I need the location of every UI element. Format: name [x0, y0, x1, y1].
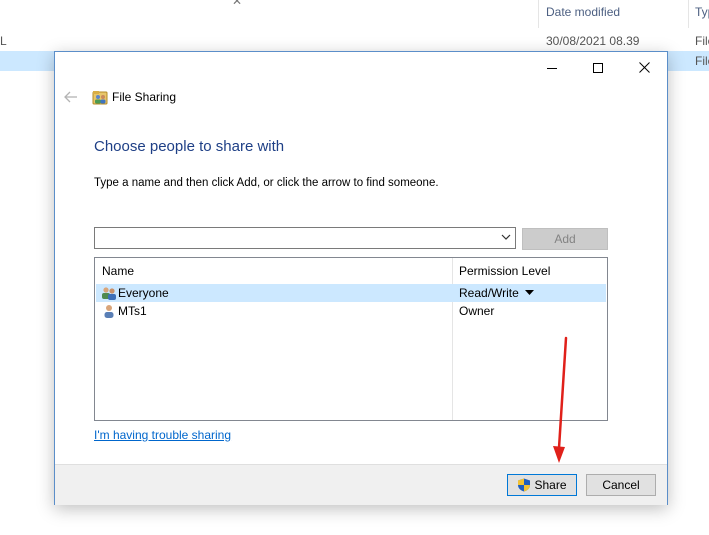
user-icon — [104, 305, 114, 318]
file-date: 30/08/2021 08.39 — [546, 34, 640, 48]
back-arrow-icon[interactable] — [63, 89, 79, 105]
cancel-button[interactable]: Cancel — [586, 474, 656, 496]
list-header: Name Permission Level — [95, 258, 607, 282]
list-item-mts1[interactable]: MTs1 Owner — [96, 302, 606, 320]
dialog-title: File Sharing — [112, 90, 177, 104]
minimize-icon — [547, 67, 557, 69]
share-label: Share — [534, 478, 567, 492]
person-name: MTs1 — [118, 304, 147, 318]
title-bar[interactable] — [55, 52, 667, 83]
list-item-everyone[interactable]: Everyone Read/Write — [96, 284, 606, 302]
uac-shield-icon — [518, 478, 531, 492]
page-heading: Choose people to share with — [94, 138, 285, 155]
column-header-name[interactable]: Name — [102, 264, 134, 278]
close-button[interactable] — [621, 52, 667, 83]
trouble-sharing-link[interactable]: I'm having trouble sharing — [94, 428, 231, 442]
navigation-bar: File Sharing — [55, 83, 667, 111]
column-header-date-modified[interactable]: Date modified — [546, 5, 620, 19]
name-combobox[interactable] — [94, 227, 516, 249]
maximize-button[interactable] — [575, 52, 621, 83]
column-header-permission[interactable]: Permission Level — [459, 264, 550, 278]
file-type: File — [695, 34, 709, 48]
file-row[interactable]: L 30/08/2021 08.39 File — [0, 31, 709, 51]
people-list[interactable]: Name Permission Level Everyone Read/Writ… — [94, 257, 608, 421]
close-icon[interactable]: ✕ — [232, 0, 242, 8]
column-divider[interactable] — [688, 0, 689, 28]
file-name: L — [0, 34, 7, 48]
minimize-button[interactable] — [529, 52, 575, 83]
dialog-footer: Share Cancel — [55, 464, 667, 505]
file-sharing-dialog: File Sharing Choose people to share with… — [54, 51, 668, 505]
dropdown-chevron-icon[interactable] — [501, 234, 511, 240]
add-button[interactable]: Add — [522, 228, 608, 250]
file-sharing-icon — [92, 91, 108, 105]
person-name: Everyone — [118, 286, 169, 300]
column-header-type[interactable]: Typ — [695, 5, 709, 19]
permission-level: Owner — [459, 304, 495, 318]
file-type: File — [695, 54, 709, 68]
share-button[interactable]: Share — [507, 474, 577, 496]
column-divider — [452, 258, 453, 420]
group-users-icon — [102, 287, 116, 300]
permission-level[interactable]: Read/Write — [459, 286, 519, 300]
maximize-icon — [593, 62, 603, 73]
column-divider[interactable] — [538, 0, 539, 28]
permission-dropdown-icon[interactable] — [525, 290, 534, 295]
close-icon — [638, 62, 650, 73]
instruction-text: Type a name and then click Add, or click… — [94, 177, 439, 189]
